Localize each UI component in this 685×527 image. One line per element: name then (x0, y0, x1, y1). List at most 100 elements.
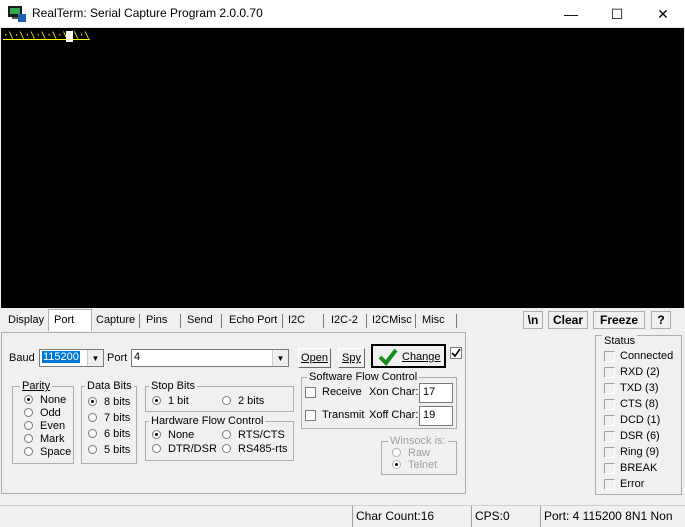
terminal-cursor (66, 31, 73, 42)
tab-separator (180, 314, 181, 328)
cps-value: CPS:0 (471, 506, 539, 527)
databits-label: 6 bits (104, 428, 131, 440)
hwflow-title: Hardware Flow Control (149, 415, 266, 427)
winsock-radio-raw (392, 448, 401, 457)
baud-label: Baud (9, 352, 35, 364)
tab-port[interactable]: Port (48, 309, 92, 331)
status-title: Status (602, 335, 638, 347)
status-led (604, 447, 615, 458)
parity-radio-mark[interactable] (24, 434, 33, 443)
parity-label: None (40, 394, 67, 406)
check-icon (451, 348, 461, 358)
winsock-title: Winsock is: (388, 435, 448, 447)
tab-send[interactable]: Send (187, 312, 213, 330)
tab-i2c[interactable]: I2C (288, 312, 305, 330)
change-checkbox[interactable] (450, 347, 462, 359)
swflow-title: Software Flow Control (307, 371, 420, 383)
xoff-label: Xoff Char: (369, 409, 419, 421)
hwflow-radio-rs485[interactable] (222, 444, 231, 453)
databits-radio-6[interactable] (88, 429, 97, 438)
databits-radio-7[interactable] (88, 413, 97, 422)
hwflow-label: RS485-rts (238, 443, 288, 455)
winsock-label: Raw (408, 447, 431, 459)
databits-label: 8 bits (104, 396, 131, 408)
baud-select[interactable]: 115200 ▼ (39, 349, 104, 367)
port-select[interactable]: 4 ▼ (131, 349, 289, 367)
transmit-label: Transmit (322, 409, 365, 421)
help-button[interactable]: ? (651, 311, 671, 329)
stopbits-title: Stop Bits (149, 380, 198, 392)
tab-echo-port[interactable]: Echo Port (229, 312, 277, 330)
status-led (604, 351, 615, 362)
parity-radio-space[interactable] (24, 447, 33, 456)
status-label: BREAK (620, 462, 658, 474)
parity-label: Odd (40, 407, 61, 419)
stopbits-label: 1 bit (168, 395, 189, 407)
maximize-button[interactable]: ☐ (594, 0, 640, 28)
parity-radio-even[interactable] (24, 421, 33, 430)
status-led (604, 479, 615, 490)
parity-radio-none[interactable] (24, 395, 33, 404)
hwflow-label: DTR/DSR (168, 443, 217, 455)
freeze-button[interactable]: Freeze (593, 311, 645, 329)
stopbits-radio-1[interactable] (152, 396, 161, 405)
checkmark-icon (378, 348, 398, 366)
tab-separator (282, 314, 283, 328)
tab-capture[interactable]: Capture (96, 312, 135, 330)
receive-checkbox[interactable] (305, 387, 316, 398)
char-count: Char Count:16 (352, 506, 470, 527)
open-button[interactable]: Open (298, 348, 331, 368)
app-icon (8, 6, 26, 22)
stopbits-radio-2[interactable] (222, 396, 231, 405)
window-title: RealTerm: Serial Capture Program 2.0.0.7… (32, 6, 263, 20)
parity-label: Even (40, 420, 66, 432)
hwflow-label: None (168, 429, 195, 441)
newline-button[interactable]: \n (523, 311, 543, 329)
hwflow-group (145, 421, 294, 461)
tab-misc[interactable]: Misc (422, 312, 445, 330)
status-led (604, 383, 615, 394)
databits-radio-5[interactable] (88, 445, 97, 454)
tab-separator (323, 314, 324, 328)
tab-separator (221, 314, 222, 328)
winsock-label: Telnet (408, 459, 438, 471)
chevron-down-icon: ▼ (87, 350, 103, 366)
transmit-checkbox[interactable] (305, 410, 316, 421)
change-label: Change (402, 351, 441, 363)
status-label: CTS (8) (620, 398, 659, 410)
xon-input[interactable]: 17 (419, 383, 453, 403)
parity-radio-odd[interactable] (24, 408, 33, 417)
status-label: DSR (6) (620, 430, 660, 442)
minimize-button[interactable]: — (548, 0, 594, 28)
stopbits-label: 2 bits (238, 395, 265, 407)
status-label: Ring (9) (620, 446, 660, 458)
hwflow-radio-none[interactable] (152, 430, 161, 439)
tab-pins[interactable]: Pins (146, 312, 167, 330)
tab-separator (139, 314, 140, 328)
databits-label: 5 bits (104, 444, 131, 456)
status-led (604, 431, 615, 442)
clear-button[interactable]: Clear (548, 311, 588, 329)
status-label: TXD (3) (620, 382, 659, 394)
tab-i2cmisc[interactable]: I2CMisc (372, 312, 412, 330)
xoff-input[interactable]: 19 (419, 406, 453, 426)
xon-label: Xon Char: (369, 386, 419, 398)
close-button[interactable]: ✕ (640, 0, 685, 28)
spy-button[interactable]: Spy (338, 348, 365, 368)
status-led (604, 399, 615, 410)
hwflow-radio-rtscts[interactable] (222, 430, 231, 439)
status-led (604, 415, 615, 426)
tab-i2c-2[interactable]: I2C-2 (331, 312, 358, 330)
status-label: Connected (620, 350, 674, 362)
change-button[interactable]: Change (371, 344, 446, 368)
status-led (604, 463, 615, 474)
tab-separator (366, 314, 367, 328)
port-info: Port: 4 115200 8N1 Non (540, 506, 685, 527)
databits-radio-8[interactable] (88, 397, 97, 406)
tab-display[interactable]: Display (8, 312, 44, 330)
terminal-display[interactable] (1, 28, 684, 308)
parity-label: Mark (40, 433, 65, 445)
terminal-text: ·\·\·\·\·\·\·\·\ (3, 31, 90, 41)
tab-separator (415, 314, 416, 328)
hwflow-radio-dtrdsr[interactable] (152, 444, 161, 453)
